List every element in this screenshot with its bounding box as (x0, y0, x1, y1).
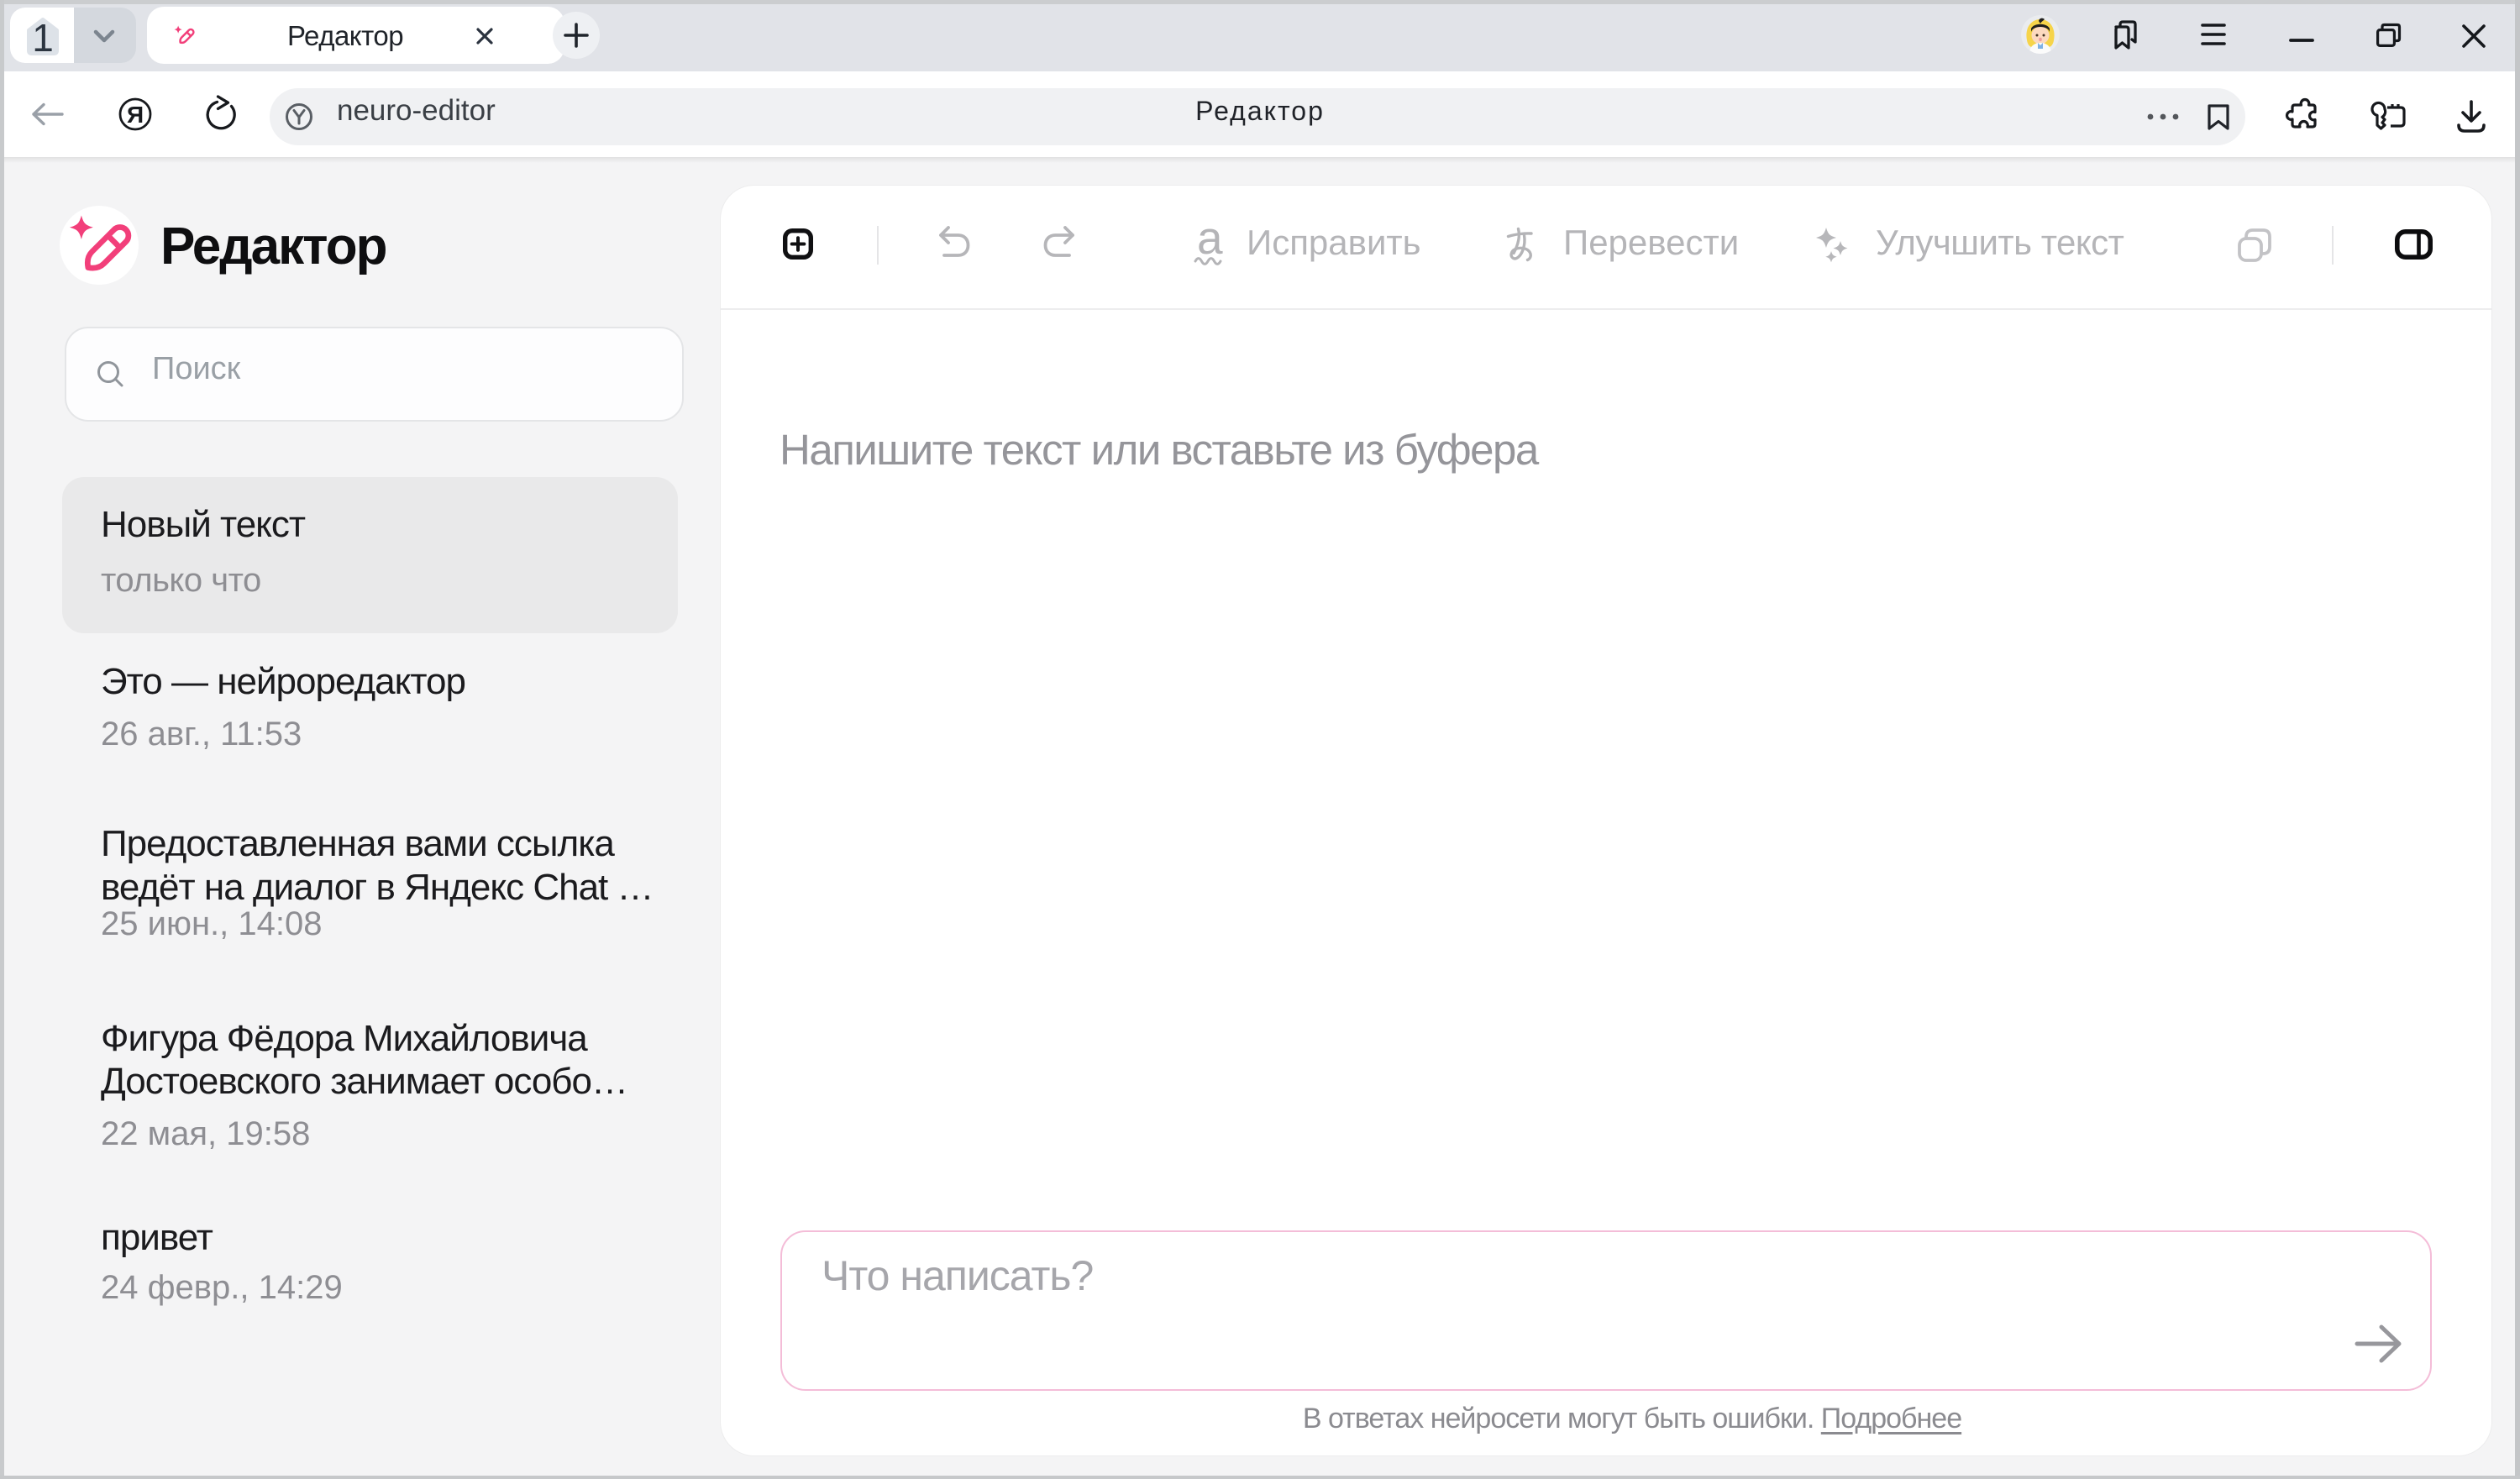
svg-text:Я: Я (127, 102, 144, 128)
